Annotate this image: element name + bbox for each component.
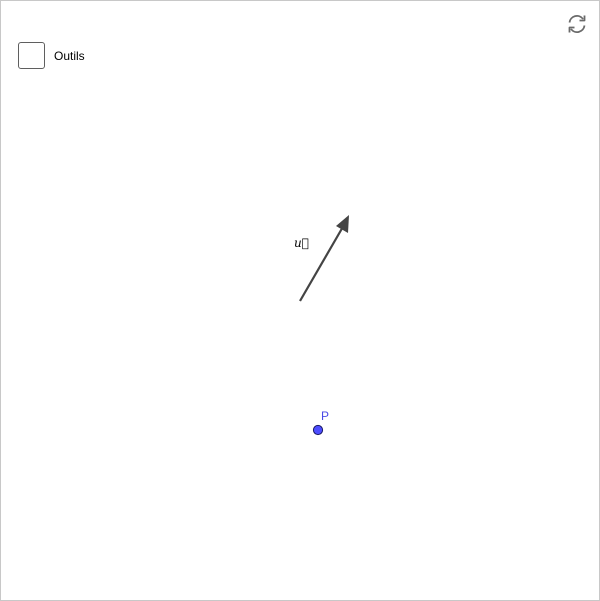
- vector-u-arrowhead[interactable]: [336, 215, 349, 233]
- vector-u[interactable]: [299, 215, 349, 302]
- point-p[interactable]: [312, 424, 324, 436]
- graphics-view[interactable]: u⃗ P: [0, 0, 600, 601]
- vector-u-label: u⃗: [294, 236, 309, 250]
- point-p-label: P: [321, 409, 329, 423]
